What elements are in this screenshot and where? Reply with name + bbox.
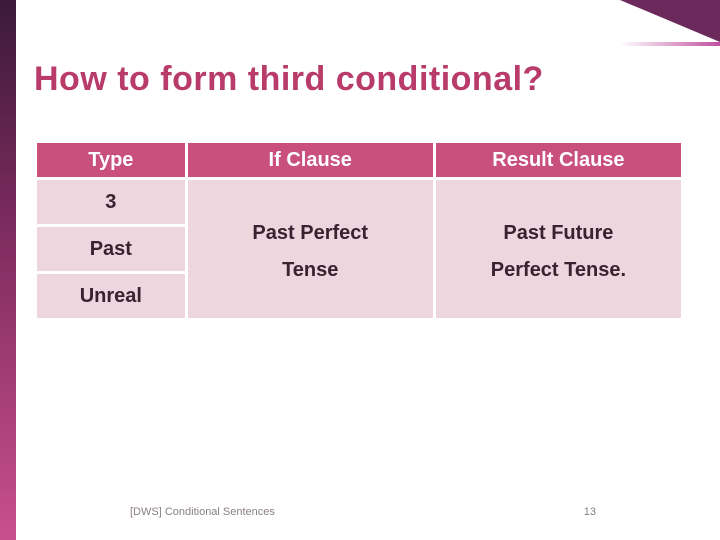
result-line-2: Perfect Tense. (436, 259, 681, 282)
header-if-clause: If Clause (188, 143, 433, 177)
type-cell: Unreal (37, 274, 185, 318)
slide-title: How to form third conditional? (34, 60, 544, 99)
accent-left-bar (0, 0, 16, 540)
table-header-row: Type If Clause Result Clause (37, 143, 681, 177)
footer-source: [DWS] Conditional Sentences (130, 506, 275, 518)
footer-page-number: 13 (584, 506, 596, 518)
if-line-2: Tense (188, 259, 433, 282)
if-line-1: Past Perfect (188, 222, 433, 245)
result-line-1: Past Future (436, 222, 681, 245)
slide: How to form third conditional? Type If C… (0, 0, 720, 540)
table-row: 3 Past Perfect Tense Past Future Perfect… (37, 180, 681, 224)
result-clause-cell: Past Future Perfect Tense. (436, 180, 681, 318)
type-cell: 3 (37, 180, 185, 224)
type-cell: Past (37, 227, 185, 271)
header-result-clause: Result Clause (436, 143, 681, 177)
conditional-table: Type If Clause Result Clause 3 Past Perf… (34, 140, 684, 321)
header-type: Type (37, 143, 185, 177)
if-clause-cell: Past Perfect Tense (188, 180, 433, 318)
slide-footer: [DWS] Conditional Sentences 13 (34, 506, 684, 518)
